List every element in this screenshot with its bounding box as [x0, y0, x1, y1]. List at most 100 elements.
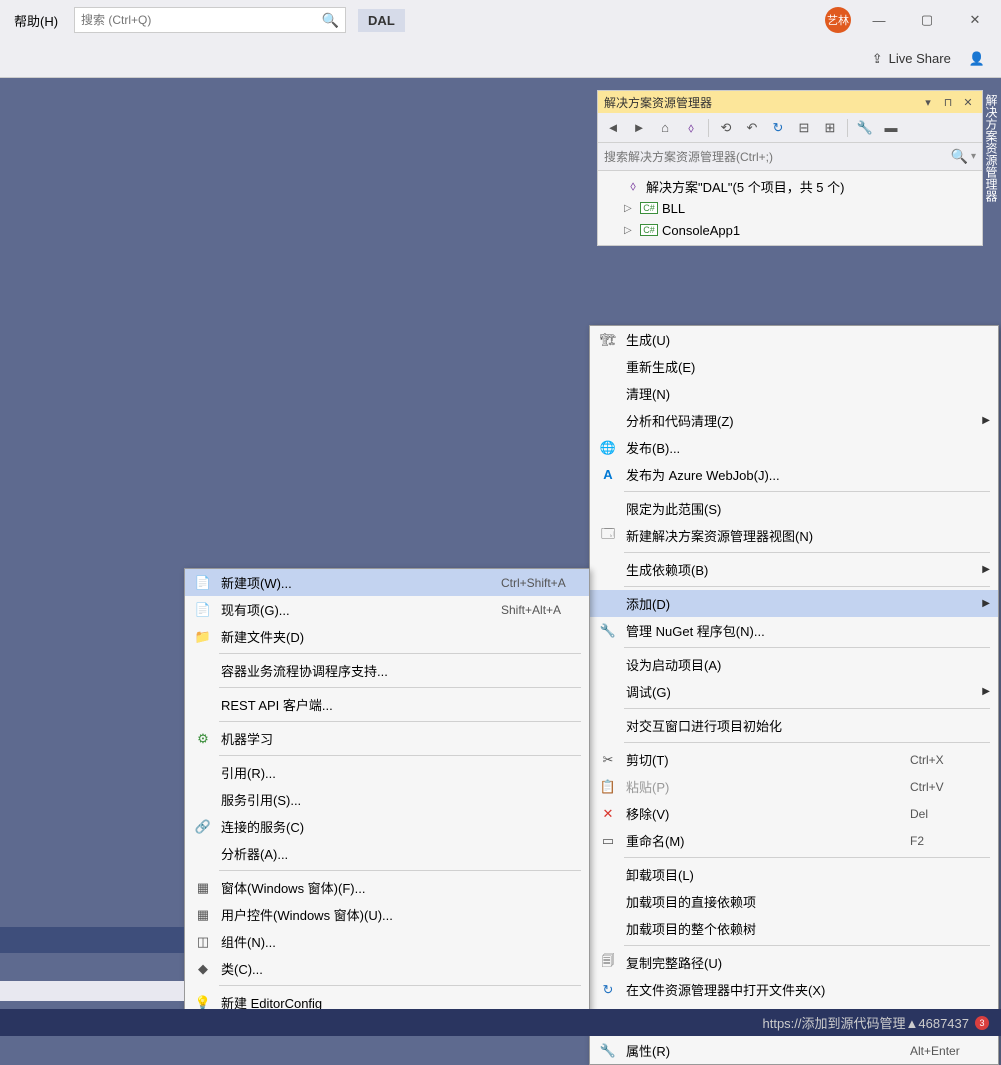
menu-item[interactable]: 服务引用(S)...	[185, 786, 589, 813]
dropdown-icon[interactable]: ▾	[971, 151, 976, 162]
expand-icon[interactable]: ▷	[624, 225, 636, 236]
menu-item[interactable]: 容器业务流程协调程序支持...	[185, 657, 589, 684]
solution-tree: ⬨ 解决方案"DAL"(5 个项目，共 5 个) ▷ C# BLL ▷ C# C…	[598, 171, 982, 245]
menu-item[interactable]: 对交互窗口进行项目初始化	[590, 712, 998, 739]
refresh-icon[interactable]: ↻	[767, 117, 789, 139]
preview-icon[interactable]: ▬	[880, 117, 902, 139]
home-icon[interactable]: ⌂	[654, 117, 676, 139]
close-button[interactable]: ✕	[955, 5, 995, 35]
menu-item-label: 调试(G)	[626, 682, 974, 701]
menu-item[interactable]: 生成依赖项(B) ▶	[590, 556, 998, 583]
panel-pin-icon[interactable]: ⊓	[940, 94, 956, 110]
global-search[interactable]: 🔍	[74, 7, 346, 33]
menu-item[interactable]: ▭重命名(M)F2	[590, 827, 998, 854]
menu-item[interactable]: ✕移除(V)Del	[590, 800, 998, 827]
menu-item[interactable]: 加载项目的直接依赖项	[590, 888, 998, 915]
menu-separator	[219, 687, 581, 688]
menu-item-label: 生成(U)	[626, 330, 990, 349]
solution-icon[interactable]: ⬨	[680, 117, 702, 139]
menu-item[interactable]: 📄现有项(G)...Shift+Alt+A	[185, 596, 589, 623]
workspace: 解决方案资源管理器 ▾ ⊓ ✕ ◄ ► ⌂ ⬨ ⟲ ↶ ↻ ⊟ ⊞ 🔧 ▬ 🔍 …	[0, 78, 1001, 1008]
search-icon[interactable]: 🔍	[951, 148, 968, 165]
submenu-arrow-icon: ▶	[982, 598, 990, 609]
menu-item-label: 新建项(W)...	[221, 573, 493, 592]
menu-item[interactable]: ↻在文件资源管理器中打开文件夹(X)	[590, 976, 998, 1003]
solution-node[interactable]: ⬨ 解决方案"DAL"(5 个项目，共 5 个)	[598, 175, 982, 197]
submenu-arrow-icon: ▶	[982, 564, 990, 575]
status-text[interactable]: https://添加到源代码管理▲4687437	[763, 1013, 970, 1032]
menu-item-icon: ◫	[193, 934, 213, 950]
project-context-menu: 🏗 生成(U) 重新生成(E)清理(N)分析和代码清理(Z)▶🌐发布(B)...A发…	[589, 325, 999, 1065]
help-menu[interactable]: 帮助(H)	[6, 7, 66, 34]
submenu-arrow-icon: ▶	[982, 686, 990, 697]
menu-item[interactable]: 分析和代码清理(Z)▶	[590, 407, 998, 434]
menu-item[interactable]: 重新生成(E)	[590, 353, 998, 380]
side-tab-solution-explorer[interactable]: 解决方案资源管理器	[983, 90, 1001, 206]
menu-item[interactable]: 🗔新建解决方案资源管理器视图(N)	[590, 522, 998, 549]
menu-item[interactable]: 🔧属性(R)Alt+Enter	[590, 1037, 998, 1064]
menu-item[interactable]: ▦窗体(Windows 窗体)(F)...	[185, 874, 589, 901]
menu-item[interactable]: ◆类(C)...	[185, 955, 589, 982]
menu-item-icon: ✕	[598, 806, 618, 822]
menu-separator	[219, 755, 581, 756]
menu-item[interactable]: 卸载项目(L)	[590, 861, 998, 888]
menu-item[interactable]: 🔗连接的服务(C)	[185, 813, 589, 840]
menu-item[interactable]: 📁新建文件夹(D)	[185, 623, 589, 650]
menu-item[interactable]: 分析器(A)...	[185, 840, 589, 867]
undo-icon[interactable]: ↶	[741, 117, 763, 139]
panel-search[interactable]: 🔍 ▾	[598, 143, 982, 171]
menu-item[interactable]: 添加(D)▶	[590, 590, 998, 617]
menu-item-label: 限定为此范围(S)	[626, 499, 990, 518]
menu-item[interactable]: 🗐复制完整路径(U)	[590, 949, 998, 976]
user-avatar[interactable]: 艺林	[825, 7, 851, 33]
menu-item[interactable]: ⚙机器学习	[185, 725, 589, 752]
menu-item-icon: 🌐	[598, 440, 618, 456]
project-node-bll[interactable]: ▷ C# BLL	[598, 197, 982, 219]
menu-item-label: 复制完整路径(U)	[626, 953, 990, 972]
panel-close-icon[interactable]: ✕	[960, 94, 976, 110]
menu-item[interactable]: 调试(G) ▶	[590, 678, 998, 705]
menu-item-label: 生成依赖项(B)	[626, 560, 974, 579]
panel-search-input[interactable]	[604, 150, 951, 164]
menu-item[interactable]: 限定为此范围(S)	[590, 495, 998, 522]
menu-item-icon: 🏗	[598, 332, 618, 348]
menu-item[interactable]: 引用(R)...	[185, 759, 589, 786]
minimize-button[interactable]: —	[859, 5, 899, 35]
startup-project-tag[interactable]: DAL	[358, 9, 405, 32]
menu-item-label: 窗体(Windows 窗体)(F)...	[221, 878, 581, 897]
menu-item[interactable]: 📄新建项(W)...Ctrl+Shift+A	[185, 569, 589, 596]
menu-item-label: 设为启动项目(A)	[626, 655, 990, 674]
menu-item[interactable]: 设为启动项目(A)	[590, 651, 998, 678]
menu-item[interactable]: 清理(N)	[590, 380, 998, 407]
menu-item[interactable]: 🌐发布(B)...	[590, 434, 998, 461]
menu-item-icon: 📄	[193, 575, 213, 591]
feedback-icon[interactable]: 👤	[969, 51, 985, 67]
search-input[interactable]	[81, 13, 322, 27]
maximize-button[interactable]: ▢	[907, 5, 947, 35]
menu-item[interactable]: 🏗 生成(U)	[590, 326, 998, 353]
properties-icon[interactable]: 🔧	[854, 117, 876, 139]
menu-item[interactable]: 加载项目的整个依赖树	[590, 915, 998, 942]
share-icon: ⇪	[872, 51, 883, 67]
menu-item[interactable]: ✂剪切(T)Ctrl+X	[590, 746, 998, 773]
panel-titlebar[interactable]: 解决方案资源管理器 ▾ ⊓ ✕	[598, 91, 982, 113]
live-share-button[interactable]: ⇪ Live Share	[872, 51, 951, 67]
search-icon[interactable]: 🔍	[322, 12, 339, 29]
menu-item-label: 引用(R)...	[221, 763, 581, 782]
menu-item[interactable]: ▦用户控件(Windows 窗体)(U)...	[185, 901, 589, 928]
menu-item-label: 粘贴(P)	[626, 777, 902, 796]
collapse-icon[interactable]: ⊟	[793, 117, 815, 139]
menu-item[interactable]: 🔧管理 NuGet 程序包(N)...	[590, 617, 998, 644]
menu-item[interactable]: REST API 客户端...	[185, 691, 589, 718]
forward-icon[interactable]: ►	[628, 117, 650, 139]
notification-badge[interactable]: 3	[975, 1016, 989, 1030]
menu-item[interactable]: ◫组件(N)...	[185, 928, 589, 955]
back-icon[interactable]: ◄	[602, 117, 624, 139]
show-all-icon[interactable]: ⊞	[819, 117, 841, 139]
menu-item[interactable]: A发布为 Azure WebJob(J)...	[590, 461, 998, 488]
panel-dropdown-icon[interactable]: ▾	[920, 94, 936, 110]
sync-icon[interactable]: ⟲	[715, 117, 737, 139]
project-node-consoleapp1[interactable]: ▷ C# ConsoleApp1	[598, 219, 982, 241]
csharp-project-icon: C#	[640, 222, 658, 238]
expand-icon[interactable]: ▷	[624, 203, 636, 214]
